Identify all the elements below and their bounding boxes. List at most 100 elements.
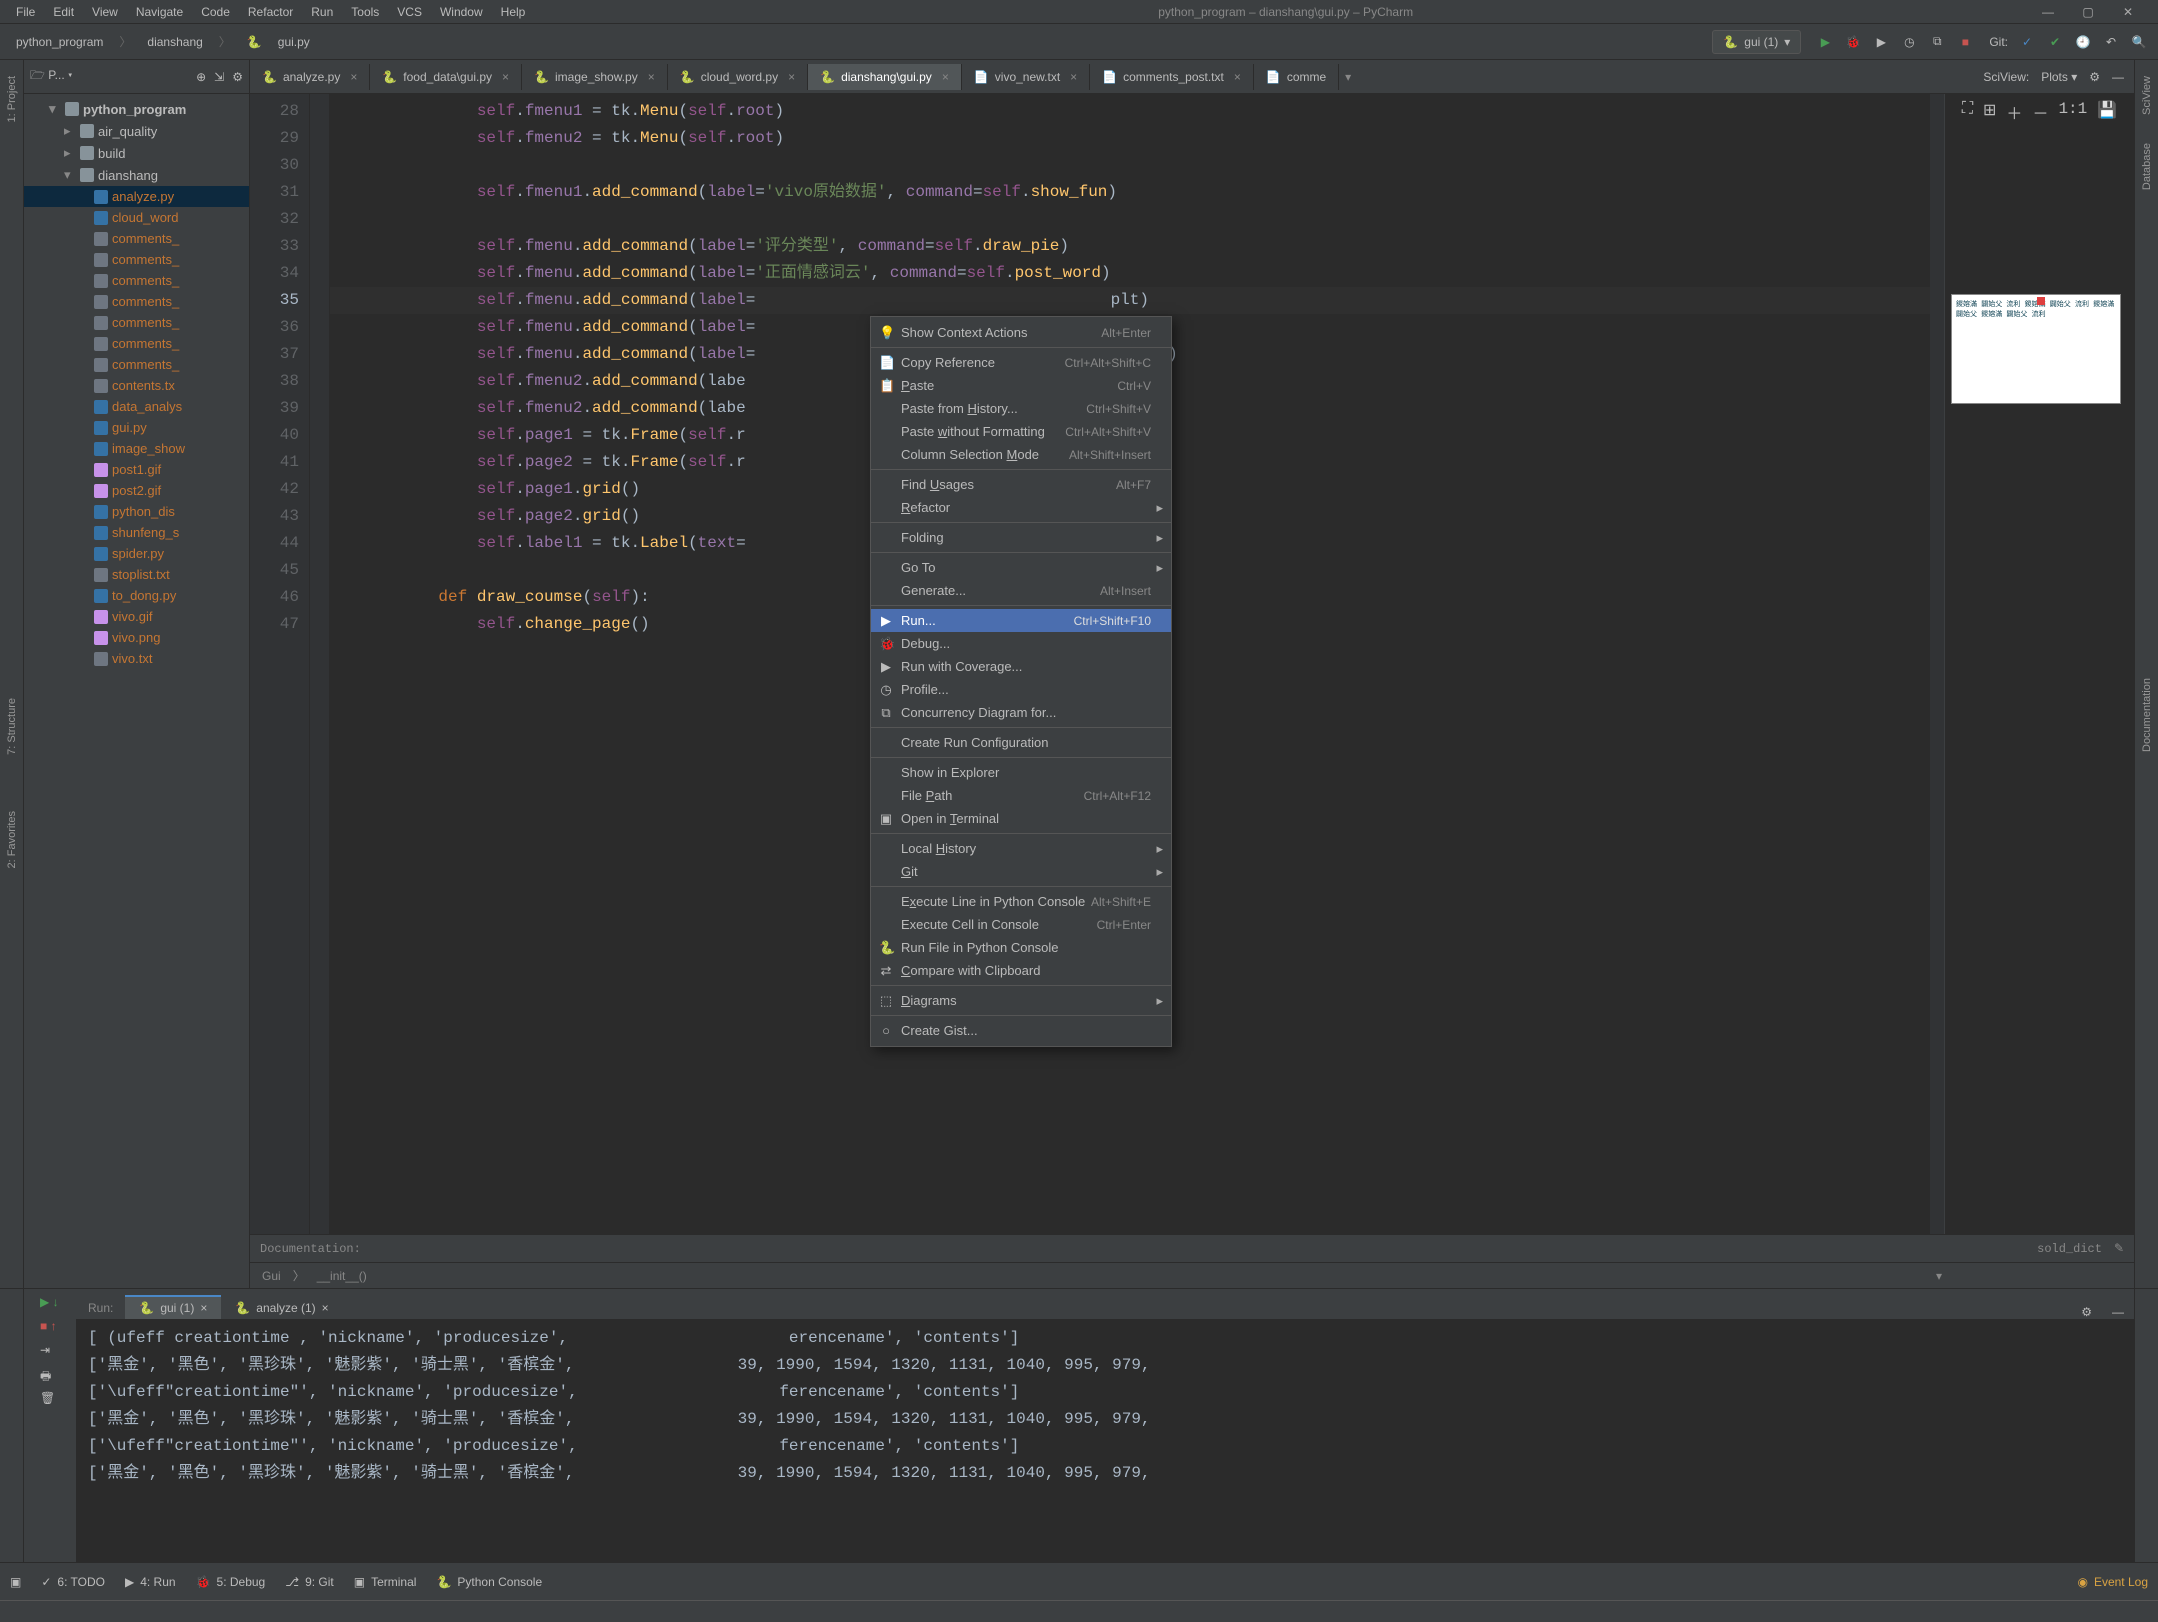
profile-button[interactable]: ◷ (1900, 33, 1918, 51)
project-tree[interactable]: ▾python_program ▸air_quality ▸build ▾dia… (24, 94, 249, 1288)
context-menu-item[interactable]: Column Selection ModeAlt+Shift+Insert (871, 443, 1171, 466)
menu-view[interactable]: View (84, 3, 126, 21)
tree-folder[interactable]: ▸air_quality (24, 120, 249, 142)
context-menu-item[interactable]: 📄Copy ReferenceCtrl+Alt+Shift+C (871, 351, 1171, 374)
run-button[interactable]: ▶ (1816, 33, 1834, 51)
sciview-tool-button[interactable]: SciView (2141, 68, 2153, 123)
context-menu-item[interactable]: Execute Line in Python ConsoleAlt+Shift+… (871, 890, 1171, 913)
breadcrumb-root[interactable]: python_program (10, 33, 109, 51)
crumb-method[interactable]: __init__() (317, 1269, 367, 1283)
tree-file[interactable]: gui.py (24, 417, 249, 438)
menu-tools[interactable]: Tools (343, 3, 387, 21)
context-menu-item[interactable]: ⇄Compare with Clipboard (871, 959, 1171, 982)
context-menu-item[interactable]: Paste from History...Ctrl+Shift+V (871, 397, 1171, 420)
context-menu-item[interactable]: 🐍Run File in Python Console (871, 936, 1171, 959)
more-tabs-button[interactable]: ▾ (1339, 70, 1357, 84)
plot-thumbnail[interactable]: 鍐嫆滿 闢始父 流利 鍐嫆滿 闢始父 流利 鍐嫆滿 闢始父 鍐嫆滿 闢始父 流利 (1951, 294, 2121, 404)
tool-windows-icon[interactable]: ▣ (10, 1575, 21, 1589)
context-menu-item[interactable]: File PathCtrl+Alt+F12 (871, 784, 1171, 807)
tree-file[interactable]: analyze.py (24, 186, 249, 207)
fit-icon[interactable]: ⛶ (1962, 100, 1973, 124)
tree-file[interactable]: vivo.gif (24, 606, 249, 627)
search-everywhere-button[interactable]: 🔍 (2130, 33, 2148, 51)
concurrency-button[interactable]: ⧉ (1928, 33, 1946, 51)
editor-tab[interactable]: 📄comments_post.txt× (1090, 64, 1254, 90)
menu-run[interactable]: Run (303, 3, 341, 21)
run-tab[interactable]: 🐍analyze (1)× (221, 1297, 342, 1319)
gutter-annotation[interactable] (310, 94, 330, 1262)
context-menu-item[interactable]: ▣Open in Terminal (871, 807, 1171, 830)
editor-tab[interactable]: 🐍cloud_word.py× (668, 64, 808, 90)
tree-file[interactable]: post1.gif (24, 459, 249, 480)
context-menu-item[interactable]: Go To▸ (871, 556, 1171, 579)
close-tab-icon[interactable]: × (502, 70, 509, 84)
tree-file[interactable]: spider.py (24, 543, 249, 564)
tree-file[interactable]: vivo.png (24, 627, 249, 648)
tree-file[interactable]: comments_ (24, 354, 249, 375)
context-menu-item[interactable]: Find UsagesAlt+F7 (871, 473, 1171, 496)
documentation-tool-button[interactable]: Documentation (2141, 670, 2153, 760)
save-icon[interactable]: 💾 (2097, 100, 2117, 124)
target-icon[interactable]: ⊕ (196, 70, 206, 84)
git-commit-button[interactable]: ✔ (2046, 33, 2064, 51)
todo-tool-button[interactable]: ✓ 6: TODO (41, 1575, 105, 1589)
zoom-in-icon[interactable]: ＋ (2006, 100, 2022, 124)
menu-refactor[interactable]: Refactor (240, 3, 301, 21)
menu-edit[interactable]: Edit (45, 3, 82, 21)
terminal-tool-button[interactable]: ▣ Terminal (354, 1575, 417, 1589)
context-menu-item[interactable]: 📋PasteCtrl+V (871, 374, 1171, 397)
editor-body[interactable]: 2829303132333435363738394041424344454647… (250, 94, 2134, 1262)
close-tab-icon[interactable]: × (648, 70, 655, 84)
context-menu-item[interactable]: 💡Show Context ActionsAlt+Enter (871, 321, 1171, 344)
context-menu-item[interactable]: ◷Profile... (871, 678, 1171, 701)
tree-root[interactable]: ▾python_program (24, 98, 249, 120)
context-menu-item[interactable]: ▶Run with Coverage... (871, 655, 1171, 678)
tree-file[interactable]: cloud_word (24, 207, 249, 228)
plots-selector[interactable]: Plots ▾ (2041, 70, 2077, 84)
print-button[interactable]: 🖶 (40, 1367, 60, 1387)
menu-help[interactable]: Help (493, 3, 534, 21)
tree-file[interactable]: stoplist.txt (24, 564, 249, 585)
context-menu-item[interactable]: Paste without FormattingCtrl+Alt+Shift+V (871, 420, 1171, 443)
tree-file[interactable]: comments_ (24, 291, 249, 312)
context-menu-item[interactable]: Refactor▸ (871, 496, 1171, 519)
gear-icon[interactable]: ⚙ (232, 70, 243, 84)
close-tab-icon[interactable]: × (1070, 70, 1077, 84)
context-menu-item[interactable]: Folding▸ (871, 526, 1171, 549)
toggle-softwrap-button[interactable]: ⇥ (40, 1343, 60, 1363)
maximize-button[interactable]: ▢ (2078, 2, 2098, 22)
context-menu-item[interactable]: Execute Cell in ConsoleCtrl+Enter (871, 913, 1171, 936)
rerun-button[interactable]: ▶ ↓ (40, 1295, 60, 1315)
context-menu-item[interactable]: Show in Explorer (871, 761, 1171, 784)
close-tab-icon[interactable]: × (350, 70, 357, 84)
debug-tool-button[interactable]: 🐞 5: Debug (196, 1575, 266, 1589)
tree-file[interactable]: comments_ (24, 249, 249, 270)
git-history-button[interactable]: 🕘 (2074, 33, 2092, 51)
expand-icon[interactable]: ▾ (1936, 1269, 1942, 1283)
tree-file[interactable]: to_dong.py (24, 585, 249, 606)
coverage-button[interactable]: ▶ (1872, 33, 1890, 51)
grid-icon[interactable]: ⊞ (1983, 100, 1996, 124)
editor-tab[interactable]: 🐍analyze.py× (250, 64, 370, 90)
menu-window[interactable]: Window (432, 3, 491, 21)
hide-icon[interactable]: — (2102, 1305, 2134, 1319)
breadcrumb-mid[interactable]: dianshang (141, 33, 208, 51)
collapse-icon[interactable]: ⇲ (214, 70, 224, 84)
stop-button[interactable]: ■ (1956, 33, 1974, 51)
context-menu-item[interactable]: Create Run Configuration (871, 731, 1171, 754)
gear-icon[interactable]: ⚙ (2089, 70, 2100, 84)
event-log-button[interactable]: ◉ Event Log (2077, 1575, 2148, 1589)
tree-file[interactable]: comments_ (24, 312, 249, 333)
menu-file[interactable]: File (8, 3, 43, 21)
structure-tool-button[interactable]: 7: Structure (6, 690, 18, 763)
close-button[interactable]: ✕ (2118, 2, 2138, 22)
run-tab-active[interactable]: 🐍gui (1)× (125, 1295, 221, 1319)
minimize-button[interactable]: — (2038, 2, 2058, 22)
tree-file[interactable]: contents.tx (24, 375, 249, 396)
context-menu-item[interactable]: ⧉Concurrency Diagram for... (871, 701, 1171, 724)
run-config-selector[interactable]: 🐍 gui (1) ▾ (1712, 30, 1801, 54)
hide-icon[interactable]: — (2112, 70, 2124, 84)
zoom-out-icon[interactable]: － (2032, 100, 2048, 124)
git-tool-button[interactable]: ⎇ 9: Git (285, 1575, 334, 1589)
tree-file[interactable]: comments_ (24, 270, 249, 291)
